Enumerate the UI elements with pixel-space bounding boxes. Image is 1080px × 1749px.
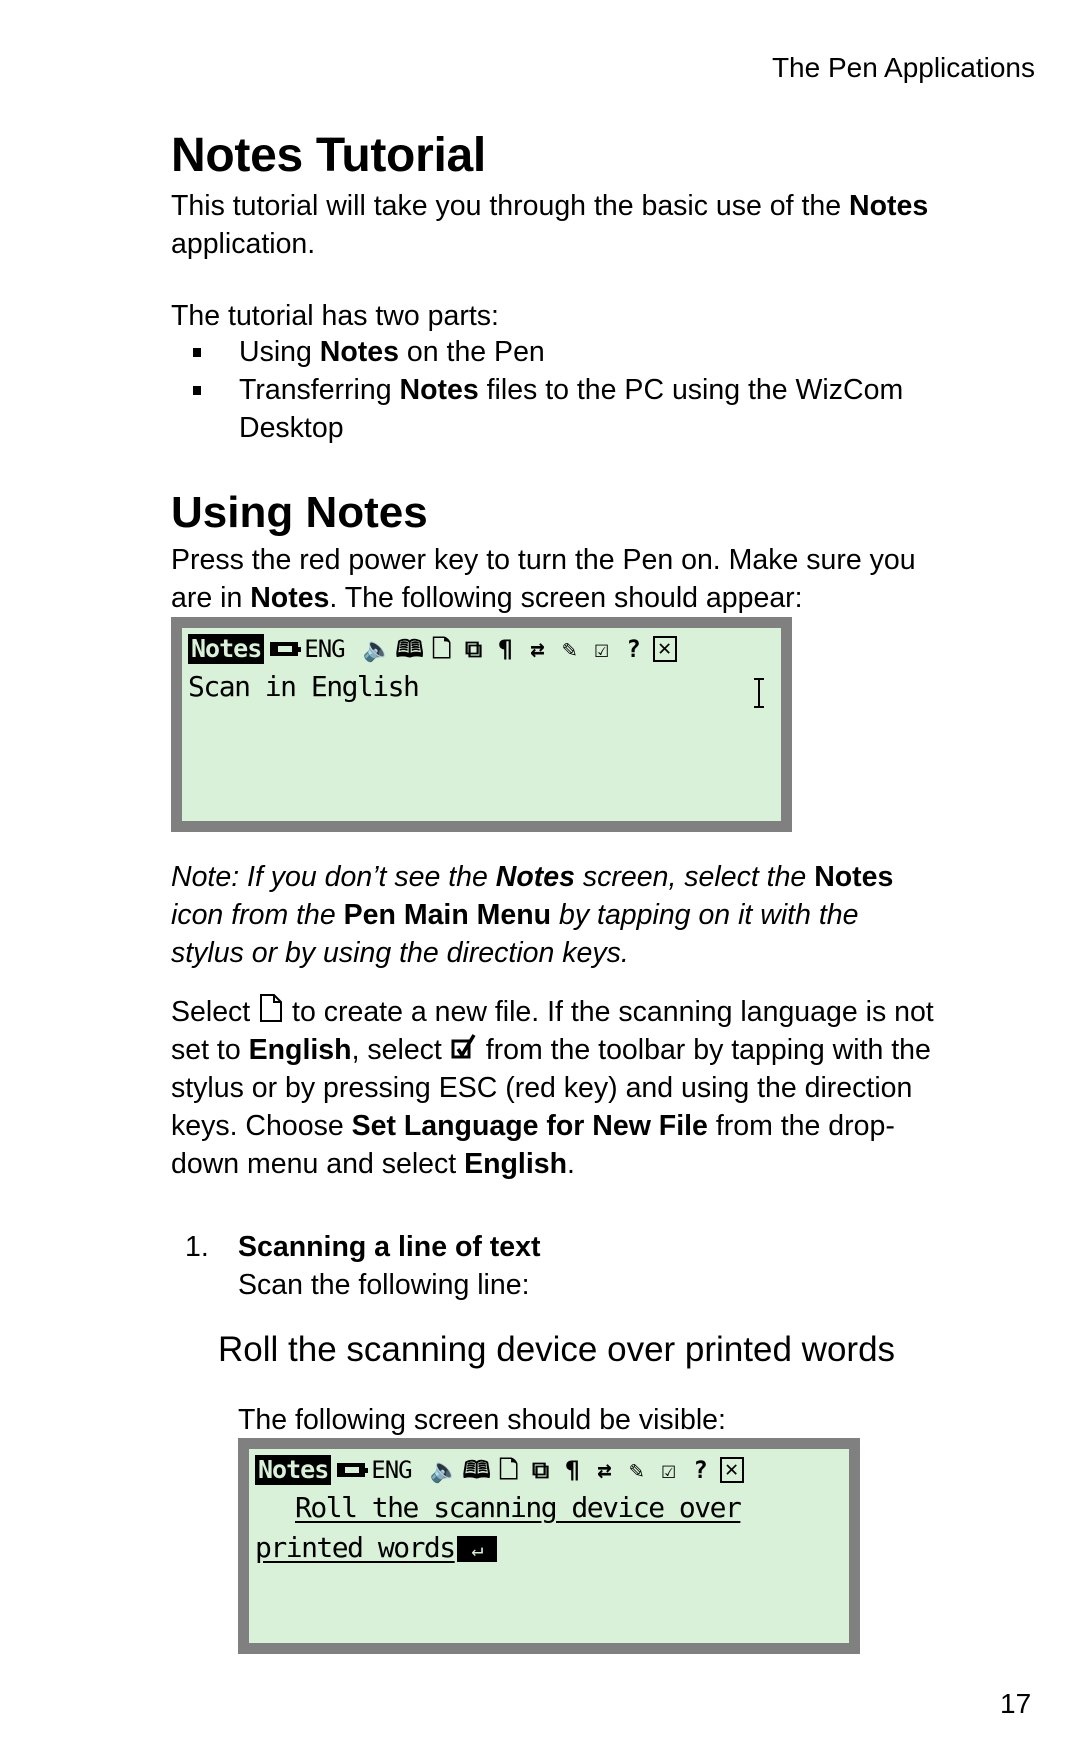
note-text: screen, select the xyxy=(574,861,815,893)
copy-icon[interactable]: ⧉ xyxy=(461,634,487,664)
lcd-app-title: Notes xyxy=(188,634,265,664)
lcd-scanned-line-2: printed words xyxy=(255,1531,456,1564)
pencil-icon[interactable]: ✎ xyxy=(557,634,583,664)
note-text: stylus or by using the direction keys. xyxy=(171,937,629,969)
note-bold: Notes xyxy=(814,861,894,893)
enter-icon: ↵ xyxy=(456,1536,497,1562)
intro-bold: Notes xyxy=(849,190,929,222)
para-bold: Set Language for New File xyxy=(351,1110,708,1142)
speaker-icon[interactable]: 🔈 xyxy=(430,1455,460,1485)
lcd-scanned-line-2-row: printed words ↵ xyxy=(255,1531,497,1564)
para-text: stylus or by pressing ESC (red key) and … xyxy=(171,1072,913,1104)
dictionary-icon[interactable]: 🕮 xyxy=(462,1455,490,1485)
copy-icon[interactable]: ⧉ xyxy=(528,1455,554,1485)
intro-text: This tutorial will take you through the … xyxy=(171,190,850,222)
para-text: to create a new file. If the scanning la… xyxy=(284,996,934,1028)
section-heading: Using Notes xyxy=(171,488,428,537)
lcd-toolbar: Notes ENG 🔈 🕮 🗋 ⧉ ¶ ⇄ ✎ ☑ ? ✕ xyxy=(188,634,677,664)
note-paragraph: Note: If you don’t see the Notes screen,… xyxy=(171,858,1041,972)
step-heading: Scanning a line of text xyxy=(238,1231,541,1263)
step-number: 1. xyxy=(185,1231,209,1263)
step-instruction: Scan the following line: xyxy=(238,1269,530,1301)
list-item: Transferring Notes files to the PC using… xyxy=(171,371,1041,447)
para-text: from the toolbar by tapping with the xyxy=(477,1034,931,1066)
para-text: . xyxy=(567,1148,575,1180)
help-icon[interactable]: ? xyxy=(688,1455,714,1485)
checkbox-icon[interactable]: ☑ xyxy=(589,634,615,664)
section-bold: Notes xyxy=(250,582,330,614)
paragraph-icon[interactable]: ¶ xyxy=(560,1455,586,1485)
list-item-text: Transferring xyxy=(239,374,400,406)
para-bold: English xyxy=(464,1148,568,1180)
parts-intro: The tutorial has two parts: xyxy=(171,300,499,332)
list-item-text: files to the PC using the WizCom xyxy=(478,374,904,406)
note-bold: Pen Main Menu xyxy=(343,899,552,931)
battery-icon xyxy=(337,1463,369,1477)
step-1: 1. Scanning a line of text Scan the follo… xyxy=(185,1228,540,1304)
note-text: Note: If you don’t see the xyxy=(171,861,496,893)
select-paragraph: Select to create a new file. If the scan… xyxy=(171,993,1041,1183)
note-text: icon from the xyxy=(171,899,344,931)
bullet-icon xyxy=(193,348,201,357)
list-item-bold: Notes xyxy=(399,374,479,406)
help-icon[interactable]: ? xyxy=(621,634,647,664)
section-text: Press the red power key to turn the Pen … xyxy=(171,544,916,576)
parts-list: Using Notes on the Pen Transferring Note… xyxy=(171,333,1041,447)
lcd-language: ENG xyxy=(304,635,345,663)
section-paragraph: Press the red power key to turn the Pen … xyxy=(171,541,1041,617)
note-text: by tapping on it with the xyxy=(551,899,859,931)
lcd-text: Scan in English xyxy=(188,670,420,703)
section-text: . The following screen should appear: xyxy=(329,582,803,614)
lcd-display: Notes ENG 🔈 🕮 🗋 ⧉ ¶ ⇄ ✎ ☑ ? ✕ Scan in En… xyxy=(182,628,781,821)
swap-icon[interactable]: ⇄ xyxy=(525,634,551,664)
checkbox-icon[interactable]: ☑ xyxy=(656,1455,682,1485)
running-head: The Pen Applications xyxy=(771,52,1035,83)
para-text: Select xyxy=(171,996,251,1028)
lcd-language: ENG xyxy=(371,1456,412,1484)
paragraph-icon[interactable]: ¶ xyxy=(493,634,519,664)
close-icon[interactable]: ✕ xyxy=(652,636,677,662)
list-item: Using Notes on the Pen xyxy=(171,333,1041,371)
lcd-screen-initial: Notes ENG 🔈 🕮 🗋 ⧉ ¶ ⇄ ✎ ☑ ? ✕ Scan in En… xyxy=(171,617,792,832)
list-item-bold: Notes xyxy=(319,336,399,368)
para-bold: English xyxy=(248,1034,352,1066)
text-cursor-icon xyxy=(754,678,764,708)
visible-intro: The following screen should be visible: xyxy=(238,1404,726,1436)
list-item-text: on the Pen xyxy=(398,336,545,368)
bullet-icon xyxy=(193,386,201,395)
para-text: from the drop- xyxy=(707,1110,895,1142)
list-item-text: Desktop xyxy=(239,412,344,444)
para-text: down menu and select xyxy=(171,1148,465,1180)
speaker-icon[interactable]: 🔈 xyxy=(363,634,393,664)
para-text: set to xyxy=(171,1034,249,1066)
section-text: are in xyxy=(171,582,251,614)
intro-paragraph: This tutorial will take you through the … xyxy=(171,187,1041,263)
para-text: keys. Choose xyxy=(171,1110,352,1142)
checkbox-icon xyxy=(451,1034,476,1059)
page-number: 17 xyxy=(1000,1688,1032,1719)
note-bold: Notes xyxy=(495,861,575,893)
pencil-icon[interactable]: ✎ xyxy=(624,1455,650,1485)
lcd-display: Notes ENG 🔈 🕮 🗋 ⧉ ¶ ⇄ ✎ ☑ ? ✕ Roll the s… xyxy=(249,1449,849,1643)
new-file-icon[interactable]: 🗋 xyxy=(496,1455,522,1485)
lcd-toolbar: Notes ENG 🔈 🕮 🗋 ⧉ ¶ ⇄ ✎ ☑ ? ✕ xyxy=(255,1455,744,1485)
lcd-app-title: Notes xyxy=(255,1455,332,1485)
swap-icon[interactable]: ⇄ xyxy=(592,1455,618,1485)
page-title: Notes Tutorial xyxy=(171,129,486,182)
para-text: , select xyxy=(351,1034,442,1066)
close-icon[interactable]: ✕ xyxy=(719,1457,744,1483)
intro-text-line2: application. xyxy=(171,228,316,260)
lcd-screen-scanned: Notes ENG 🔈 🕮 🗋 ⧉ ¶ ⇄ ✎ ☑ ? ✕ Roll the s… xyxy=(238,1438,860,1654)
list-item-text: Using xyxy=(239,336,320,368)
lcd-scanned-line-1: Roll the scanning device over xyxy=(295,1491,742,1524)
sample-scan-line: Roll the scanning device over printed wo… xyxy=(218,1330,896,1369)
new-file-icon xyxy=(260,994,283,1022)
dictionary-icon[interactable]: 🕮 xyxy=(395,634,423,664)
battery-icon xyxy=(270,642,302,656)
new-file-icon[interactable]: 🗋 xyxy=(429,634,455,664)
